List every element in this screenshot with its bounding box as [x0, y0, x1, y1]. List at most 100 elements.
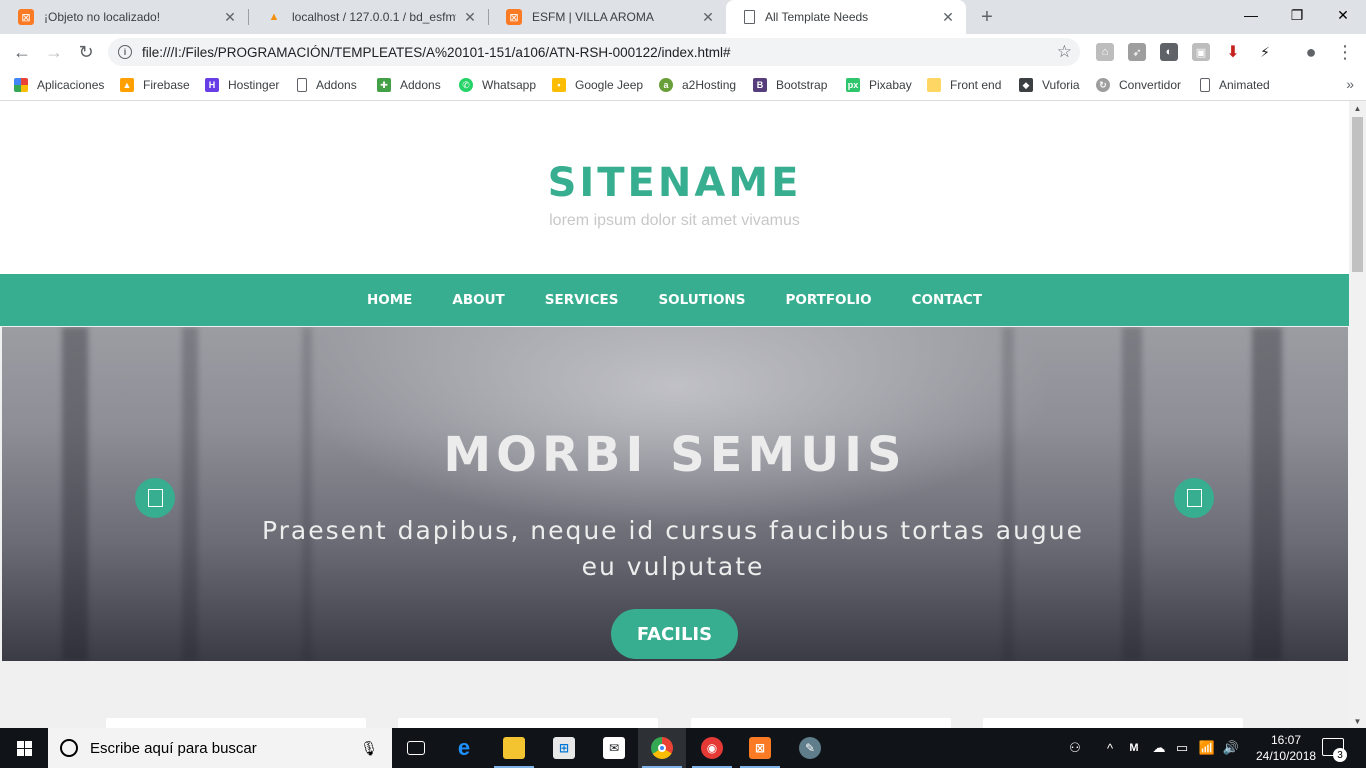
- bookmark-label: Hostinger: [228, 78, 280, 92]
- slider-next-button[interactable]: [1174, 478, 1214, 518]
- nav-home[interactable]: HOME: [367, 292, 412, 308]
- bookmarks-overflow-button[interactable]: »: [1346, 76, 1354, 92]
- menu-icon[interactable]: ⋮: [1336, 42, 1354, 62]
- bookmarks-bar: Aplicaciones ▲ Firebase H Hostinger Addo…: [0, 70, 1366, 101]
- search-placeholder: Escribe aquí para buscar: [90, 739, 257, 757]
- bookmark-google-jeep[interactable]: • Google Jeep: [552, 76, 643, 94]
- taskbar-chrome[interactable]: [638, 728, 686, 768]
- start-button[interactable]: [0, 728, 48, 768]
- taskbar-paint[interactable]: ✎: [786, 728, 834, 768]
- hero-background-tree: [182, 327, 198, 661]
- feature-card: [106, 718, 366, 728]
- nav-services[interactable]: SERVICES: [545, 292, 619, 308]
- window-close-button[interactable]: ✕: [1320, 0, 1366, 30]
- bookmark-a2hosting[interactable]: a a2Hosting: [659, 76, 736, 94]
- network-icon[interactable]: 📶: [1196, 728, 1218, 768]
- bookmark-firebase[interactable]: ▲ Firebase: [120, 76, 190, 94]
- nav-portfolio[interactable]: PORTFOLIO: [785, 292, 871, 308]
- windows-taskbar: Escribe aquí para buscar 🎙 e ⊞ ✉ ◉ ⊠ ✎ ⚇…: [0, 728, 1366, 768]
- close-icon[interactable]: ✕: [462, 9, 478, 25]
- firebase-icon: ▲: [120, 78, 134, 92]
- cloud-sync-icon[interactable]: ☁: [1148, 728, 1170, 768]
- microphone-icon[interactable]: 🎙: [360, 740, 378, 757]
- scroll-down-icon[interactable]: ▼: [1349, 714, 1366, 728]
- battery-icon[interactable]: ▭: [1172, 728, 1192, 768]
- taskbar-store[interactable]: ⊞: [540, 728, 588, 768]
- taskbar-file-explorer[interactable]: [490, 728, 538, 768]
- bookmark-hostinger[interactable]: H Hostinger: [205, 76, 279, 94]
- address-bar[interactable]: i file:///I:/Files/PROGRAMACIÓN/TEMPLEAT…: [108, 38, 1080, 66]
- minimize-button[interactable]: —: [1228, 0, 1274, 30]
- page-scrollbar[interactable]: ▲ ▼: [1349, 101, 1366, 728]
- tab-all-template-needs[interactable]: All Template Needs ✕: [726, 0, 966, 34]
- back-button[interactable]: ←: [10, 40, 34, 64]
- hero-slider: MORBI SEMUIS Praesent dapibus, neque id …: [2, 327, 1348, 661]
- xampp-icon: ⊠: [749, 737, 771, 759]
- page-icon: [1200, 78, 1210, 92]
- screenshot-extension-icon[interactable]: ▣: [1192, 43, 1210, 61]
- reload-button[interactable]: ↻: [74, 40, 98, 64]
- taskbar-clock[interactable]: 16:07 24/10/2018: [1256, 732, 1316, 764]
- browser-toolbar: ← → ↻ i file:///I:/Files/PROGRAMACIÓN/TE…: [0, 34, 1366, 70]
- nav-about[interactable]: ABOUT: [452, 292, 504, 308]
- close-icon[interactable]: ✕: [700, 9, 716, 25]
- download-extension-icon[interactable]: ⬇: [1224, 43, 1242, 61]
- volume-icon[interactable]: 🔊: [1220, 728, 1242, 768]
- tab-objeto-no-localizado[interactable]: ⊠ ¡Objeto no localizado! ✕: [0, 0, 248, 34]
- info-icon[interactable]: i: [118, 45, 132, 59]
- nav-solutions[interactable]: SOLUTIONS: [658, 292, 745, 308]
- chevron-left-icon: [147, 489, 163, 507]
- hero-title: MORBI SEMUIS: [443, 427, 907, 483]
- taskbar-recorder[interactable]: ◉: [688, 728, 736, 768]
- bookmark-animated[interactable]: Animated: [1200, 76, 1270, 94]
- bookmark-addons-puzzle[interactable]: ✚ Addons: [377, 76, 441, 94]
- profile-icon[interactable]: ●: [1302, 42, 1320, 62]
- pdf-extension-icon[interactable]: ⌂: [1096, 43, 1114, 61]
- bookmark-bootstrap[interactable]: B Bootstrap: [753, 76, 827, 94]
- bookmark-addons-page[interactable]: Addons: [297, 76, 357, 94]
- scrollbar-thumb[interactable]: [1352, 117, 1363, 272]
- bookmark-aplicaciones[interactable]: Aplicaciones: [14, 76, 104, 94]
- bookmark-label: Google Jeep: [575, 78, 644, 92]
- nav-contact[interactable]: CONTACT: [912, 292, 982, 308]
- lightning-extension-icon[interactable]: ⚡: [1256, 43, 1274, 61]
- restore-button[interactable]: ❐: [1274, 0, 1320, 30]
- site-logo-text[interactable]: SITENAME: [0, 160, 1349, 206]
- bookmark-front-end[interactable]: Front end: [927, 76, 1001, 94]
- people-icon[interactable]: ⚇: [1064, 728, 1086, 768]
- task-view-button[interactable]: [392, 728, 440, 768]
- close-icon[interactable]: ✕: [940, 9, 956, 25]
- new-tab-button[interactable]: +: [976, 6, 998, 28]
- taskbar-search[interactable]: Escribe aquí para buscar 🎙: [48, 728, 392, 768]
- hero-cta-button[interactable]: FACILIS: [611, 609, 738, 659]
- scroll-up-icon[interactable]: ▲: [1349, 101, 1366, 115]
- feature-card: [398, 718, 658, 728]
- bookmark-label: Aplicaciones: [37, 78, 105, 92]
- chevron-up-icon[interactable]: ^: [1100, 728, 1120, 768]
- gmail-tray-icon[interactable]: M: [1126, 728, 1142, 768]
- taskbar-xampp[interactable]: ⊠: [736, 728, 784, 768]
- feature-card: [983, 718, 1243, 728]
- taskbar-edge[interactable]: e: [440, 728, 488, 768]
- bookmark-star-icon[interactable]: ☆: [1057, 42, 1072, 62]
- hero-background-tree: [62, 327, 88, 661]
- tab-localhost[interactable]: ▲ localhost / 127.0.0.1 / bd_esfmva ✕: [248, 0, 488, 34]
- a2hosting-icon: a: [659, 78, 673, 92]
- rocket-extension-icon[interactable]: ➶: [1128, 43, 1146, 61]
- bookmark-whatsapp[interactable]: ✆ Whatsapp: [459, 76, 536, 94]
- bulb-extension-icon[interactable]: ◐: [1160, 43, 1178, 61]
- hero-background-tree: [302, 327, 312, 661]
- url-text[interactable]: file:///I:/Files/PROGRAMACIÓN/TEMPLEATES…: [142, 45, 1057, 60]
- tab-esfm-villa-aroma[interactable]: ⊠ ESFM | VILLA AROMA ✕: [488, 0, 726, 34]
- tab-title: localhost / 127.0.0.1 / bd_esfmva: [292, 10, 456, 24]
- taskbar-mail[interactable]: ✉: [590, 728, 638, 768]
- page-icon: [297, 78, 307, 92]
- forward-button[interactable]: →: [42, 40, 66, 64]
- bookmark-pixabay[interactable]: px Pixabay: [846, 76, 912, 94]
- site-header: SITENAME lorem ipsum dolor sit amet viva…: [0, 101, 1349, 274]
- bookmark-convertidor[interactable]: ↻ Convertidor: [1096, 76, 1181, 94]
- close-icon[interactable]: ✕: [222, 9, 238, 25]
- bookmark-vuforia[interactable]: ◆ Vuforia: [1019, 76, 1080, 94]
- pixabay-icon: px: [846, 78, 860, 92]
- slider-prev-button[interactable]: [135, 478, 175, 518]
